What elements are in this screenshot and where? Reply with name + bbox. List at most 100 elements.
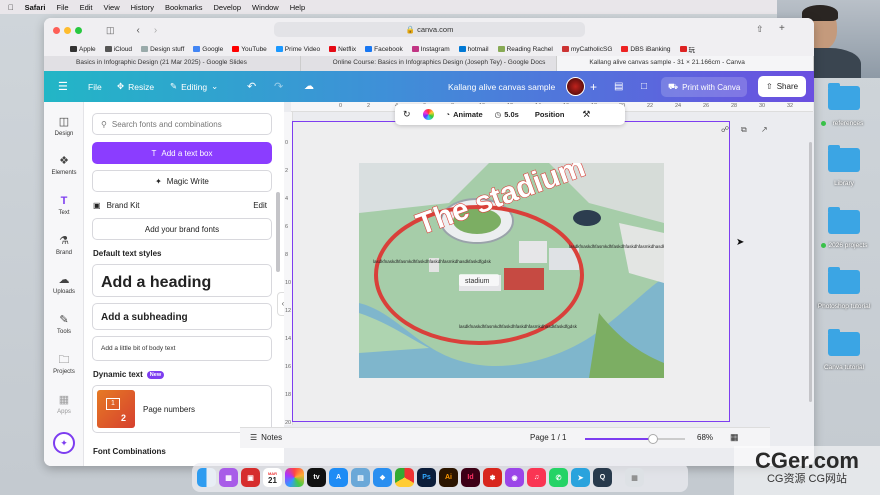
avatar[interactable] — [566, 77, 585, 96]
red-app-icon[interactable]: ▣ — [241, 468, 260, 487]
apple-menu-icon[interactable]:  — [8, 3, 14, 12]
launchpad-icon[interactable]: ▦ — [219, 468, 238, 487]
bookmark-instagram[interactable]: Instagram — [411, 46, 450, 53]
tab-google-slides[interactable]: Basics in Infographic Design (21 Mar 202… — [44, 56, 301, 71]
stadium-map-image[interactable]: The stadium stadium lasdkfnaskdhfasmkdhf… — [359, 163, 664, 378]
address-bar[interactable]: 🔒 canva.com — [274, 22, 585, 37]
bookmark-google[interactable]: Google — [193, 46, 223, 53]
menu-file[interactable]: File — [56, 3, 68, 12]
trash-icon[interactable]: ▦ — [625, 468, 644, 487]
app-store-icon[interactable]: A — [329, 468, 348, 487]
magic-assistant-button[interactable]: ✦ — [53, 432, 75, 454]
brand-edit-link[interactable]: Edit — [253, 201, 267, 210]
bookmark-mycatholicsg[interactable]: myCatholicSG — [561, 46, 612, 53]
add-text-box-button[interactable]: T Add a text box — [92, 142, 272, 164]
canvas-scrollbar[interactable] — [809, 142, 812, 402]
print-with-canva-button[interactable]: ⛟ Print with Canva — [661, 77, 748, 97]
lock-page-icon[interactable]: ☍ — [721, 125, 729, 134]
paint-format-icon[interactable]: ⚒ — [582, 109, 590, 120]
safari-icon[interactable]: ❖ — [373, 468, 392, 487]
bookmark-reading-rachel[interactable]: Reading Rachel — [497, 46, 553, 53]
sidebar-item-design[interactable]: ◫ Design — [44, 116, 84, 137]
bookmark-facebook[interactable]: Facebook — [365, 46, 403, 53]
close-window-button[interactable] — [53, 26, 60, 34]
back-arrow-icon[interactable]: ‹ — [137, 25, 140, 36]
sidebar-item-elements[interactable]: ❖ Elements — [44, 155, 84, 176]
menu-window[interactable]: Window — [252, 3, 279, 12]
new-tab-icon[interactable]: + — [779, 23, 785, 34]
undo-icon[interactable]: ↶ — [247, 71, 256, 102]
bookmark-wan[interactable]: 玩 — [679, 44, 695, 54]
apple-tv-icon[interactable]: tv — [307, 468, 326, 487]
illustrator-icon[interactable]: Ai — [439, 468, 458, 487]
analytics-icon[interactable]: ▤ — [614, 71, 623, 102]
sidebar-item-text[interactable]: T Text — [44, 195, 84, 216]
add-heading-button[interactable]: Add a heading — [92, 264, 272, 297]
color-picker-icon[interactable] — [422, 109, 434, 120]
page-indicator[interactable]: Page 1 / 1 — [530, 433, 566, 442]
position-button[interactable]: Position — [535, 110, 565, 119]
menu-develop[interactable]: Develop — [214, 3, 242, 12]
quicktime-icon[interactable]: Q — [593, 468, 612, 487]
add-page-icon[interactable]: ↗ — [761, 125, 768, 134]
folder-icon-references[interactable] — [828, 83, 860, 110]
share-button[interactable]: ⇧ Share — [758, 76, 807, 97]
font-search-input[interactable]: ⚲ Search fonts and combinations — [92, 113, 272, 135]
menu-history[interactable]: History — [131, 3, 154, 12]
bookmark-netflix[interactable]: Netflix — [329, 46, 356, 53]
folder-icon-photoshop-tutorial[interactable] — [828, 267, 860, 294]
finder-icon[interactable] — [197, 468, 216, 487]
sidebar-item-tools[interactable]: ✎ Tools — [44, 314, 84, 335]
replace-icon[interactable]: ↻ — [403, 109, 411, 120]
podcasts-icon[interactable]: ◉ — [505, 468, 524, 487]
menu-edit[interactable]: Edit — [80, 3, 93, 12]
music-icon[interactable]: ♫ — [527, 468, 546, 487]
add-brand-fonts-button[interactable]: Add your brand fonts — [92, 218, 272, 240]
zoom-window-button[interactable] — [75, 26, 82, 34]
zoom-level[interactable]: 68% — [697, 433, 713, 442]
acrobat-icon[interactable]: ✽ — [483, 468, 502, 487]
sidebar-item-apps[interactable]: ▦ Apps — [44, 394, 84, 415]
sidebar-item-uploads[interactable]: ☁ Uploads — [44, 274, 84, 295]
preview-icon[interactable]: ▤ — [351, 468, 370, 487]
page-numbers-card[interactable]: 1 2 Page numbers — [92, 385, 272, 433]
folder-icon-2026-projects[interactable] — [828, 207, 860, 234]
whatsapp-icon[interactable]: ✆ — [549, 468, 568, 487]
hamburger-menu-icon[interactable]: ☰ — [58, 71, 68, 102]
sidebar-item-projects[interactable]: 🗀 Projects — [44, 354, 84, 375]
magic-write-button[interactable]: ✦ Magic Write — [92, 170, 272, 192]
grid-view-icon[interactable]: ▦ — [730, 432, 739, 443]
tab-canva[interactable]: Kallang alive canvas sample - 31 × 21.16… — [557, 56, 814, 71]
duplicate-page-icon[interactable]: ⧉ — [741, 125, 747, 135]
chrome-icon[interactable] — [395, 468, 414, 487]
menu-view[interactable]: View — [104, 3, 120, 12]
redo-icon[interactable]: ↷ — [274, 71, 283, 102]
forward-arrow-icon[interactable]: › — [154, 25, 157, 36]
notes-button[interactable]: ☰ Notes — [250, 433, 282, 442]
sidebar-toggle-icon[interactable]: ◫ — [106, 25, 115, 36]
menu-help[interactable]: Help — [290, 3, 305, 12]
comment-icon[interactable]: □ — [641, 71, 647, 102]
menu-app-name[interactable]: Safari — [25, 3, 46, 12]
editing-mode-button[interactable]: ✎ Editing ⌄ — [170, 71, 218, 102]
share-page-icon[interactable]: ⇧ — [756, 24, 764, 35]
folder-icon-library[interactable] — [828, 145, 860, 172]
tab-google-docs[interactable]: Online Course: Basics in Infographics De… — [301, 56, 558, 71]
bookmark-prime-video[interactable]: Prime Video — [275, 46, 320, 53]
bookmark-icloud[interactable]: iCloud — [104, 46, 132, 53]
panel-scrollbar[interactable] — [276, 192, 280, 272]
photos-icon[interactable] — [285, 468, 304, 487]
telegram-icon[interactable]: ➤ — [571, 468, 590, 487]
indesign-icon[interactable]: Id — [461, 468, 480, 487]
design-title[interactable]: Kallang alive canvas sample — [448, 71, 555, 102]
cloud-sync-icon[interactable]: ☁ — [304, 71, 314, 102]
add-body-text-button[interactable]: Add a little bit of body text — [92, 336, 272, 361]
zoom-slider-knob[interactable] — [648, 434, 658, 444]
bookmark-hotmail[interactable]: hotmail — [458, 46, 489, 53]
add-collaborator-icon[interactable]: + — [590, 71, 597, 102]
menu-bookmarks[interactable]: Bookmarks — [165, 3, 203, 12]
sidebar-item-brand[interactable]: ⚗ Brand — [44, 235, 84, 256]
minimize-window-button[interactable] — [64, 26, 71, 34]
add-subheading-button[interactable]: Add a subheading — [92, 303, 272, 330]
bookmark-dbs[interactable]: DBS iBanking — [621, 46, 671, 53]
